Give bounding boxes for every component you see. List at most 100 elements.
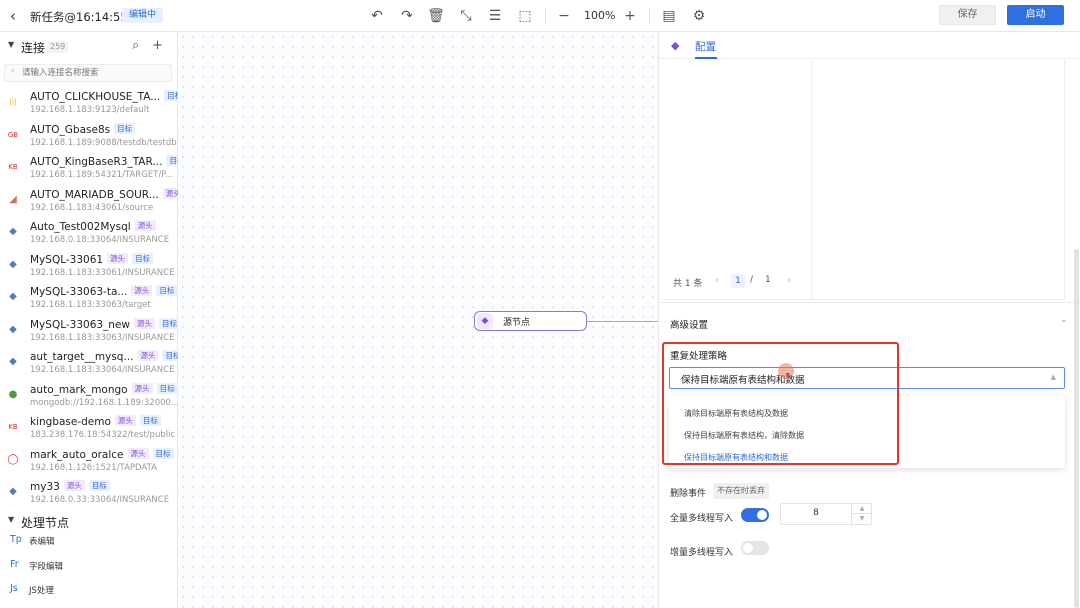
start-button[interactable]: 启动 bbox=[1007, 5, 1064, 25]
left-sidebar: ▼ 连接 259 ⌕ + ⌕ ||| AUTO_CLICKHOUSE_TA...目… bbox=[0, 32, 188, 608]
search-icon[interactable]: ⌕ bbox=[132, 38, 139, 53]
collapse-icon[interactable]: ⤡ bbox=[457, 7, 475, 25]
source-tag: 源头 bbox=[131, 285, 153, 296]
panel-scrollbar[interactable] bbox=[1074, 249, 1079, 608]
processor-icon: Fr bbox=[10, 558, 19, 570]
connection-name: AUTO_CLICKHOUSE_TA... 目标 bbox=[30, 90, 186, 103]
chevron-down-icon[interactable]: ⌄ bbox=[1060, 315, 1068, 325]
connection-address: 192.168.0.33:33064/INSURANCE bbox=[30, 495, 170, 505]
connection-item[interactable]: ◯ mark_auto_oralce 源头 目标 192.168.1.126:1521/… bbox=[0, 445, 178, 477]
target-tag: 目标 bbox=[159, 317, 181, 329]
trash-icon[interactable]: 🗑 bbox=[427, 7, 445, 25]
zoom-level: 100% bbox=[584, 9, 616, 22]
source-tag: 源头 bbox=[127, 447, 149, 459]
add-icon[interactable]: + bbox=[152, 38, 163, 53]
processor-label: 表编辑 bbox=[29, 537, 55, 547]
mysql-icon: ◆ bbox=[477, 313, 493, 329]
toggle-knob bbox=[757, 510, 767, 520]
divider bbox=[659, 302, 1080, 303]
highlight-box bbox=[662, 342, 899, 465]
processor-item[interactable]: Js JS处理 bbox=[0, 578, 178, 602]
incremental-threads-toggle[interactable] bbox=[741, 541, 769, 555]
connection-address: 192.168.1.183:33064/INSURANCE bbox=[30, 365, 175, 375]
save-button[interactable]: 保存 bbox=[939, 5, 996, 25]
mysql-icon: ◆ bbox=[9, 356, 17, 367]
tab-underline bbox=[695, 57, 717, 59]
target-tag: 目标 bbox=[139, 415, 161, 426]
connection-item[interactable]: ● auto_mark_mongo 源头 目标 mongodb://192.168.1.… bbox=[0, 380, 180, 412]
chevron-down-icon: ▲ bbox=[1050, 373, 1056, 381]
connection-item[interactable]: ◆ MySQL-33061 源头 目标 192.168.1.183:33061/INSU… bbox=[0, 250, 178, 282]
connection-search[interactable]: ⌕ bbox=[4, 64, 172, 82]
connection-item[interactable]: ◆ Auto_Test002Mysql 源头 192.168.0.18:33064/I… bbox=[0, 217, 178, 249]
clipboard-icon[interactable]: ▤ bbox=[660, 7, 678, 25]
connection-item[interactable]: ◢ AUTO_MARIADB_SOUR... 源头 192.168.1.183:430… bbox=[0, 185, 184, 217]
caret-down-icon: ▼ bbox=[8, 515, 15, 524]
prev-page-icon[interactable]: ‹ bbox=[715, 275, 719, 286]
mariadb-icon: ◢ bbox=[9, 193, 17, 205]
undo-icon[interactable]: ↶ bbox=[368, 7, 386, 25]
connection-item[interactable]: KB AUTO_KingBaseR3_TAR... 目标 192.168.1.189:… bbox=[0, 152, 188, 184]
connection-item[interactable]: ◆ MySQL-33063-ta... 源头 目标 192.168.1.183:3306… bbox=[0, 282, 178, 314]
zoom-in-icon[interactable]: + bbox=[621, 7, 639, 25]
top-bar: ‹ 新任务@16:14:55 编辑中 ↶ ↷ 🗑 ⤡ ☰ ⬚ − 100% + … bbox=[0, 0, 1080, 32]
delete-event-value[interactable]: 不存在时丢弃 bbox=[713, 483, 769, 499]
node-label: 源节点 bbox=[503, 318, 531, 328]
connection-search-input[interactable] bbox=[22, 66, 167, 80]
delete-event-label: 删除事件 bbox=[670, 489, 707, 499]
connection-name: kingbase-demo 源头 目标 bbox=[30, 415, 161, 428]
zoom-out-icon[interactable]: − bbox=[555, 7, 573, 25]
chevron-down-icon[interactable]: ▼ bbox=[852, 514, 872, 524]
mysql-icon: ◆ bbox=[9, 486, 17, 497]
connection-address: 192.168.1.183:33063/target bbox=[30, 300, 151, 310]
tab-config[interactable]: 配置 bbox=[695, 39, 716, 54]
connection-item[interactable]: ◆ MySQL-33063_new 源头 目标 192.168.1.183:33063/… bbox=[0, 315, 181, 347]
status-badge: 编辑中 bbox=[122, 8, 164, 23]
layout-icon[interactable]: ☰ bbox=[486, 7, 504, 25]
thread-count-stepper[interactable]: 8 ▲ ▼ bbox=[780, 503, 872, 525]
target-tag: 目标 bbox=[156, 382, 178, 394]
connection-address: 183.238.176.18:54322/test/public bbox=[30, 430, 176, 440]
next-page-icon[interactable]: › bbox=[787, 275, 791, 286]
dag-canvas[interactable]: ◆ 源节点 bbox=[178, 32, 658, 608]
target-tag: 目标 bbox=[88, 480, 110, 491]
connection-address: 192.168.1.126:1521/TAPDATA bbox=[30, 462, 157, 473]
target-tag: 目标 bbox=[132, 252, 154, 264]
processors-header[interactable]: ▼ 处理节点 bbox=[0, 509, 178, 531]
connection-item[interactable]: GB AUTO_Gbase8s 目标 192.168.1.189:9088/testd… bbox=[0, 120, 178, 152]
config-panel: ◆ 配置 共 1 条 ‹ 1 / 1 › 高级设置 ⌄ 重复处理策略 保持目标端… bbox=[658, 32, 1080, 608]
source-node[interactable]: ◆ 源节点 bbox=[474, 311, 587, 331]
back-chevron-left-icon[interactable]: ‹ bbox=[10, 8, 24, 24]
processor-item[interactable]: Fr 字段编辑 bbox=[0, 554, 178, 578]
connection-item[interactable]: ◆ aut_target__mysq... 源头 目标 192.168.1.183:33… bbox=[0, 347, 184, 379]
processor-icon: Tp bbox=[10, 534, 22, 545]
mysql-icon: ◆ bbox=[9, 226, 17, 237]
target-tag: 目标 bbox=[156, 285, 178, 296]
connections-header[interactable]: ▼ 连接 259 ⌕ + bbox=[0, 34, 178, 56]
connection-address: mongodb://192.168.1.189:32000... bbox=[30, 397, 180, 408]
select-icon[interactable]: ⬚ bbox=[516, 7, 534, 25]
target-tag: 目标 bbox=[114, 122, 136, 134]
caret-down-icon: ▼ bbox=[8, 40, 15, 49]
full-threads-toggle[interactable] bbox=[741, 508, 769, 522]
connection-item[interactable]: KB kingbase-demo 源头 目标 183.238.176.18:54322/… bbox=[0, 412, 178, 444]
search-icon: ⌕ bbox=[10, 66, 16, 76]
task-title: 新任务@16:14:55 bbox=[30, 10, 128, 24]
pager-total-pages: 1 bbox=[765, 275, 771, 285]
connections-title: 连接 bbox=[21, 41, 46, 55]
connection-name: aut_target__mysq... 源头 目标 bbox=[30, 350, 184, 363]
connection-item[interactable]: ||| AUTO_CLICKHOUSE_TA... 目标 192.168.1.183:… bbox=[0, 87, 186, 119]
mysql-icon: ◆ bbox=[9, 258, 17, 270]
chevron-up-icon[interactable]: ▲ bbox=[852, 504, 872, 514]
source-tag: 源头 bbox=[134, 317, 156, 329]
connection-item[interactable]: ◆ my33 源头 目标 192.168.0.33:33064/INSURANCE bbox=[0, 477, 178, 509]
pager-total: 共 1 条 bbox=[673, 279, 703, 289]
mysql-icon: ◆ bbox=[671, 39, 680, 52]
processor-item[interactable]: Tp 表编辑 bbox=[0, 529, 178, 553]
redo-icon[interactable]: ↷ bbox=[398, 7, 416, 25]
toolbar-divider bbox=[649, 8, 650, 24]
gear-icon[interactable]: ⚙ bbox=[690, 7, 708, 25]
pager-current[interactable]: 1 bbox=[731, 274, 745, 288]
connection-name: MySQL-33063_new 源头 目标 bbox=[30, 317, 181, 331]
processor-label: JS处理 bbox=[29, 586, 54, 596]
